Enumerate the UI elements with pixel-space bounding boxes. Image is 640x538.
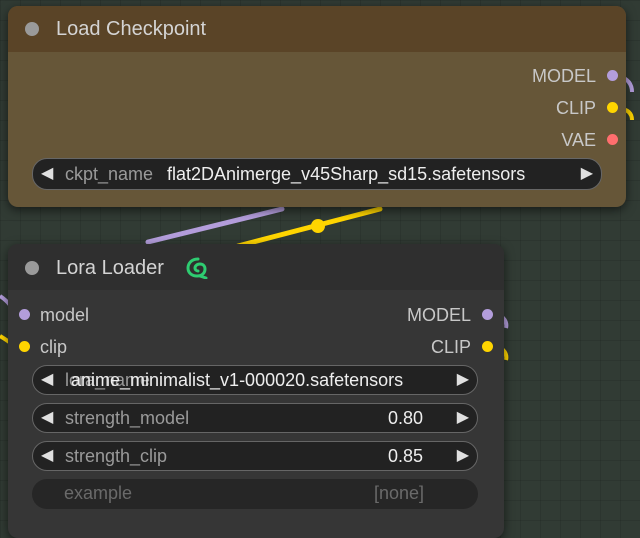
widget-label: example — [64, 483, 133, 503]
widget-label: ckpt_name — [65, 164, 154, 184]
widget-value: flat2DAnimerge_v45Sharp_sd15.safetensors — [167, 164, 526, 184]
lora-name-combo[interactable]: ◀ lora_name anime_minimalist_v1-000020.s… — [32, 365, 478, 395]
input-slot-clip[interactable] — [19, 341, 30, 352]
widget-label: strength_clip — [65, 446, 168, 466]
output-label-vae: VAE — [561, 130, 596, 150]
load-checkpoint-node[interactable]: Load Checkpoint MODEL CLIP VAE ◀ ckpt_na… — [8, 6, 626, 207]
right-arrow-icon[interactable]: ▶ — [457, 369, 469, 389]
model-link-wire — [145, 206, 285, 245]
output-label-clip: CLIP — [555, 98, 596, 118]
decrement-arrow-icon[interactable]: ◀ — [41, 407, 53, 427]
output-label-clip: CLIP — [430, 337, 471, 357]
lora-loader-title-bar[interactable]: Lora Loader — [8, 244, 504, 290]
input-slot-model[interactable] — [19, 309, 30, 320]
node-title: Lora Loader — [56, 257, 164, 279]
output-slot-model[interactable] — [482, 309, 493, 320]
widget-value: [none] — [373, 483, 424, 503]
output-slot-vae[interactable] — [607, 134, 618, 145]
right-arrow-icon[interactable]: ▶ — [581, 163, 593, 183]
widget-value: 0.85 — [387, 446, 423, 466]
output-label-model: MODEL — [406, 305, 471, 325]
strength-model-number[interactable]: ◀ strength_model 0.80 ▶ — [32, 403, 478, 433]
lora-loader-node[interactable]: Lora Loader model clip MODEL CLIP ◀ lora… — [8, 244, 504, 538]
input-label-clip: clip — [40, 337, 68, 357]
widget-value: anime_minimalist_v1-000020.safetensors — [71, 370, 404, 390]
output-slot-model[interactable] — [607, 70, 618, 81]
left-arrow-icon[interactable]: ◀ — [41, 163, 53, 183]
collapse-dot-icon[interactable] — [25, 22, 39, 36]
output-slot-clip[interactable] — [607, 102, 618, 113]
output-label-model: MODEL — [531, 66, 596, 86]
clip-link-midpoint — [311, 219, 325, 233]
increment-arrow-icon[interactable]: ▶ — [457, 445, 469, 465]
example-widget: example [none] — [32, 479, 478, 509]
left-arrow-icon[interactable]: ◀ — [41, 369, 53, 389]
clip-link-wire — [235, 206, 383, 249]
widget-value: 0.80 — [387, 408, 423, 428]
decrement-arrow-icon[interactable]: ◀ — [41, 445, 53, 465]
ckpt-name-combo[interactable]: ◀ ckpt_name flat2DAnimerge_v45Sharp_sd15… — [32, 158, 602, 190]
output-slot-clip[interactable] — [482, 341, 493, 352]
widget-label: strength_model — [65, 408, 190, 428]
strength-clip-number[interactable]: ◀ strength_clip 0.85 ▶ — [32, 441, 478, 471]
input-label-model: model — [40, 305, 90, 325]
collapse-dot-icon[interactable] — [25, 261, 39, 275]
node-title: Load Checkpoint — [56, 18, 207, 40]
lora-manager-icon — [186, 257, 208, 279]
load-checkpoint-title-bar[interactable]: Load Checkpoint — [8, 6, 626, 52]
increment-arrow-icon[interactable]: ▶ — [457, 407, 469, 427]
